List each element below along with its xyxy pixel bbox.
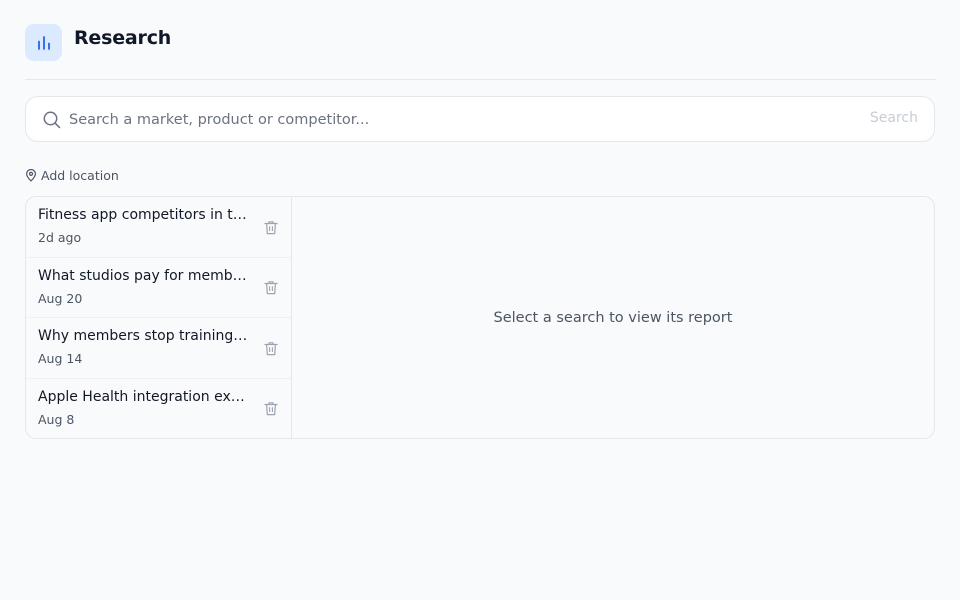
page-title: Research <box>74 27 172 49</box>
list-item[interactable]: Fitness app competitors in the UK 2d ago <box>26 197 291 258</box>
trash-icon <box>264 341 278 355</box>
delete-button[interactable] <box>261 338 281 358</box>
item-title: Why members stop training at studios <box>38 328 248 344</box>
item-date: 2d ago <box>38 230 82 245</box>
empty-state-text: Select a search to view its report <box>493 309 733 326</box>
research-panel: Fitness app competitors in the UK 2d ago… <box>25 196 935 439</box>
list-item[interactable]: Apple Health integration expectations Au… <box>26 379 291 439</box>
search-box[interactable]: Search <box>25 96 935 142</box>
search-input[interactable] <box>69 107 849 133</box>
list-item[interactable]: What studios pay for membership software… <box>26 258 291 318</box>
page-header: Research <box>25 24 936 80</box>
delete-button[interactable] <box>261 278 281 298</box>
search-icon <box>43 111 61 129</box>
item-date: Aug 8 <box>38 411 75 427</box>
trash-icon <box>264 281 278 295</box>
list-item[interactable]: Why members stop training at studios Aug… <box>26 318 291 379</box>
item-date: Aug 14 <box>38 351 83 366</box>
search-history-list: Fitness app competitors in the UK 2d ago… <box>26 197 292 438</box>
trash-icon <box>264 220 278 234</box>
report-empty-state: Select a search to view its report <box>292 197 934 438</box>
bar-chart-icon <box>25 24 62 61</box>
item-title: What studios pay for membership software <box>38 267 248 284</box>
map-pin-icon <box>26 168 36 182</box>
add-location-button[interactable]: Add location <box>25 167 119 183</box>
delete-button[interactable] <box>261 399 281 419</box>
delete-button[interactable] <box>261 217 281 237</box>
search-button[interactable]: Search <box>870 110 918 126</box>
add-location-label: Add location <box>41 167 119 183</box>
item-date: Aug 20 <box>38 290 83 306</box>
item-title: Apple Health integration expectations <box>38 388 248 405</box>
item-title: Fitness app competitors in the UK <box>38 207 248 223</box>
research-page: Research Search Add location Fitness app… <box>0 0 960 600</box>
trash-icon <box>264 402 278 416</box>
